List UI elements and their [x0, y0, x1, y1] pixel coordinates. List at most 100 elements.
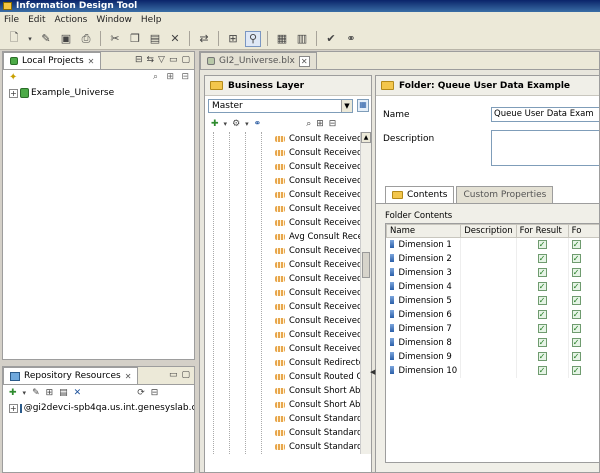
for-result-checkbox[interactable]: ✓ [537, 365, 547, 375]
dropdown-arrow-icon[interactable]: ▾ [23, 389, 27, 397]
tab-local-projects[interactable]: Local Projects ✕ [3, 52, 102, 69]
delete-icon[interactable]: ✕ [74, 388, 82, 398]
for-result-checkbox[interactable]: ✓ [537, 281, 547, 291]
column-header-name[interactable]: Name [386, 224, 462, 238]
for-result-checkbox[interactable]: ✓ [537, 351, 547, 361]
tab-contents[interactable]: Contents [385, 186, 455, 203]
dropdown-arrow-icon[interactable]: ▾ [224, 120, 228, 128]
save-icon[interactable]: ▣ [58, 31, 74, 47]
close-icon[interactable]: ✕ [298, 55, 310, 67]
search-icon[interactable]: ⌕ [306, 119, 311, 129]
table-row[interactable]: Dimension 1 ✓ ✓ [386, 237, 599, 252]
link-icon[interactable]: ⇆ [147, 55, 155, 65]
collapse-all-icon[interactable]: ⊟ [151, 388, 159, 398]
table-row[interactable]: Dimension 8 ✓ ✓ [386, 335, 599, 350]
for-result-checkbox[interactable]: ✓ [537, 337, 547, 347]
table-row[interactable]: Dimension 10 ✓ ✓ [386, 363, 599, 378]
for-result-checkbox[interactable]: ✓ [537, 295, 547, 305]
column-header-for-condition[interactable]: Fo [567, 224, 599, 238]
collapse-all-icon[interactable]: ⊟ [329, 119, 337, 129]
collapse-all-icon[interactable]: ⊟ [181, 72, 189, 82]
for-condition-checkbox[interactable]: ✓ [571, 365, 581, 375]
maximize-icon[interactable]: ▢ [181, 55, 190, 65]
dropdown-arrow-icon[interactable]: ▾ [245, 120, 249, 128]
refresh-icon[interactable]: ⟳ [137, 388, 145, 398]
paste-icon[interactable]: ▤ [147, 31, 163, 47]
view-menu-icon[interactable]: ▽ [158, 55, 165, 65]
table-row[interactable]: Dimension 4 ✓ ✓ [386, 279, 599, 294]
connection-icon[interactable]: ⊞ [46, 388, 54, 398]
for-condition-checkbox[interactable]: ✓ [571, 351, 581, 361]
new-icon[interactable]: 🗋 [6, 31, 22, 47]
edit-icon[interactable]: ✎ [32, 388, 40, 398]
for-condition-checkbox[interactable]: ✓ [571, 323, 581, 333]
column-header-for-result[interactable]: For Result [515, 224, 569, 238]
description-field[interactable] [491, 130, 599, 166]
menu-help[interactable]: Help [141, 15, 162, 25]
menu-file[interactable]: File [4, 15, 19, 25]
menu-actions[interactable]: Actions [55, 15, 88, 25]
table-row[interactable]: Dimension 9 ✓ ✓ [386, 349, 599, 364]
maximize-icon[interactable]: ▢ [181, 370, 190, 380]
publish-icon[interactable]: ⇄ [196, 31, 212, 47]
scroll-up-icon[interactable]: ▲ [361, 132, 371, 143]
delete-icon[interactable]: ✕ [167, 31, 183, 47]
minimize-icon[interactable]: ▭ [169, 55, 178, 65]
search-icon[interactable]: ⌕ [153, 72, 158, 82]
new-project-icon[interactable]: ✦ [9, 72, 17, 83]
expand-all-icon[interactable]: ⊞ [316, 119, 324, 129]
pane-divider-arrow-icon[interactable]: ◀ [370, 368, 375, 376]
menu-edit[interactable]: Edit [28, 15, 45, 25]
collapse-all-icon[interactable]: ⊟ [135, 55, 143, 65]
check-integrity-icon[interactable]: ✔ [323, 31, 339, 47]
for-result-checkbox[interactable]: ✓ [537, 253, 547, 263]
for-condition-checkbox[interactable]: ✓ [571, 239, 581, 249]
column-header-description[interactable]: Description [460, 224, 517, 238]
table-row[interactable]: Dimension 5 ✓ ✓ [386, 293, 599, 308]
for-condition-checkbox[interactable]: ✓ [571, 281, 581, 291]
show-dependencies-icon[interactable]: ⊞ [225, 31, 241, 47]
scroll-thumb[interactable] [362, 252, 370, 278]
dropdown-arrow-icon[interactable]: ▾ [26, 31, 34, 47]
binoculars-icon[interactable]: ⚭ [343, 31, 359, 47]
cut-icon[interactable]: ✂ [107, 31, 123, 47]
table-row[interactable]: Dimension 3 ✓ ✓ [386, 265, 599, 280]
for-condition-checkbox[interactable]: ✓ [571, 337, 581, 347]
add-session-icon[interactable]: ✚ [9, 388, 17, 398]
close-icon[interactable]: ✕ [88, 57, 95, 66]
for-result-checkbox[interactable]: ✓ [537, 267, 547, 277]
name-field[interactable]: Queue User Data Exam [491, 107, 599, 122]
chevron-down-icon[interactable]: ▼ [341, 100, 352, 112]
table-row[interactable]: Dimension 7 ✓ ✓ [386, 321, 599, 336]
tab-custom-properties[interactable]: Custom Properties [456, 186, 554, 203]
for-condition-checkbox[interactable]: ✓ [571, 295, 581, 305]
manage-views-icon[interactable]: ▦ [357, 99, 369, 112]
expand-icon[interactable]: + [9, 403, 18, 413]
tree-scrollbar[interactable]: ▲ [360, 132, 371, 454]
for-result-checkbox[interactable]: ✓ [537, 309, 547, 319]
expand-all-icon[interactable]: ⊞ [166, 72, 174, 82]
table-row[interactable]: Dimension 2 ✓ ✓ [386, 251, 599, 266]
minimize-icon[interactable]: ▭ [169, 370, 178, 380]
copy-icon[interactable]: ❐ [127, 31, 143, 47]
add-icon[interactable]: ✚ [211, 119, 219, 129]
binoculars-icon[interactable]: ⚭ [254, 119, 262, 129]
for-result-checkbox[interactable]: ✓ [537, 239, 547, 249]
close-icon[interactable]: ✕ [125, 372, 132, 381]
menu-window[interactable]: Window [96, 15, 132, 25]
insert-icon[interactable]: ▤ [59, 388, 68, 398]
filter-icon[interactable]: ⚙ [232, 119, 240, 129]
for-result-checkbox[interactable]: ✓ [537, 323, 547, 333]
expand-icon[interactable]: + [9, 88, 18, 98]
for-condition-checkbox[interactable]: ✓ [571, 309, 581, 319]
table-row[interactable]: Dimension 6 ✓ ✓ [386, 307, 599, 322]
wand-icon[interactable]: ✎ [38, 31, 54, 47]
for-condition-checkbox[interactable]: ✓ [571, 267, 581, 277]
tab-repository-resources[interactable]: Repository Resources ✕ [3, 367, 139, 384]
tree-item[interactable]: + @gi2devci-spb4qa.us.int.genesyslab.c [3, 401, 194, 415]
layout-icon[interactable]: ▦ [274, 31, 290, 47]
query-panel-icon[interactable]: ⚲ [245, 30, 261, 47]
print-icon[interactable]: ⎙ [78, 31, 94, 47]
for-condition-checkbox[interactable]: ✓ [571, 253, 581, 263]
properties-icon[interactable]: ▥ [294, 31, 310, 47]
